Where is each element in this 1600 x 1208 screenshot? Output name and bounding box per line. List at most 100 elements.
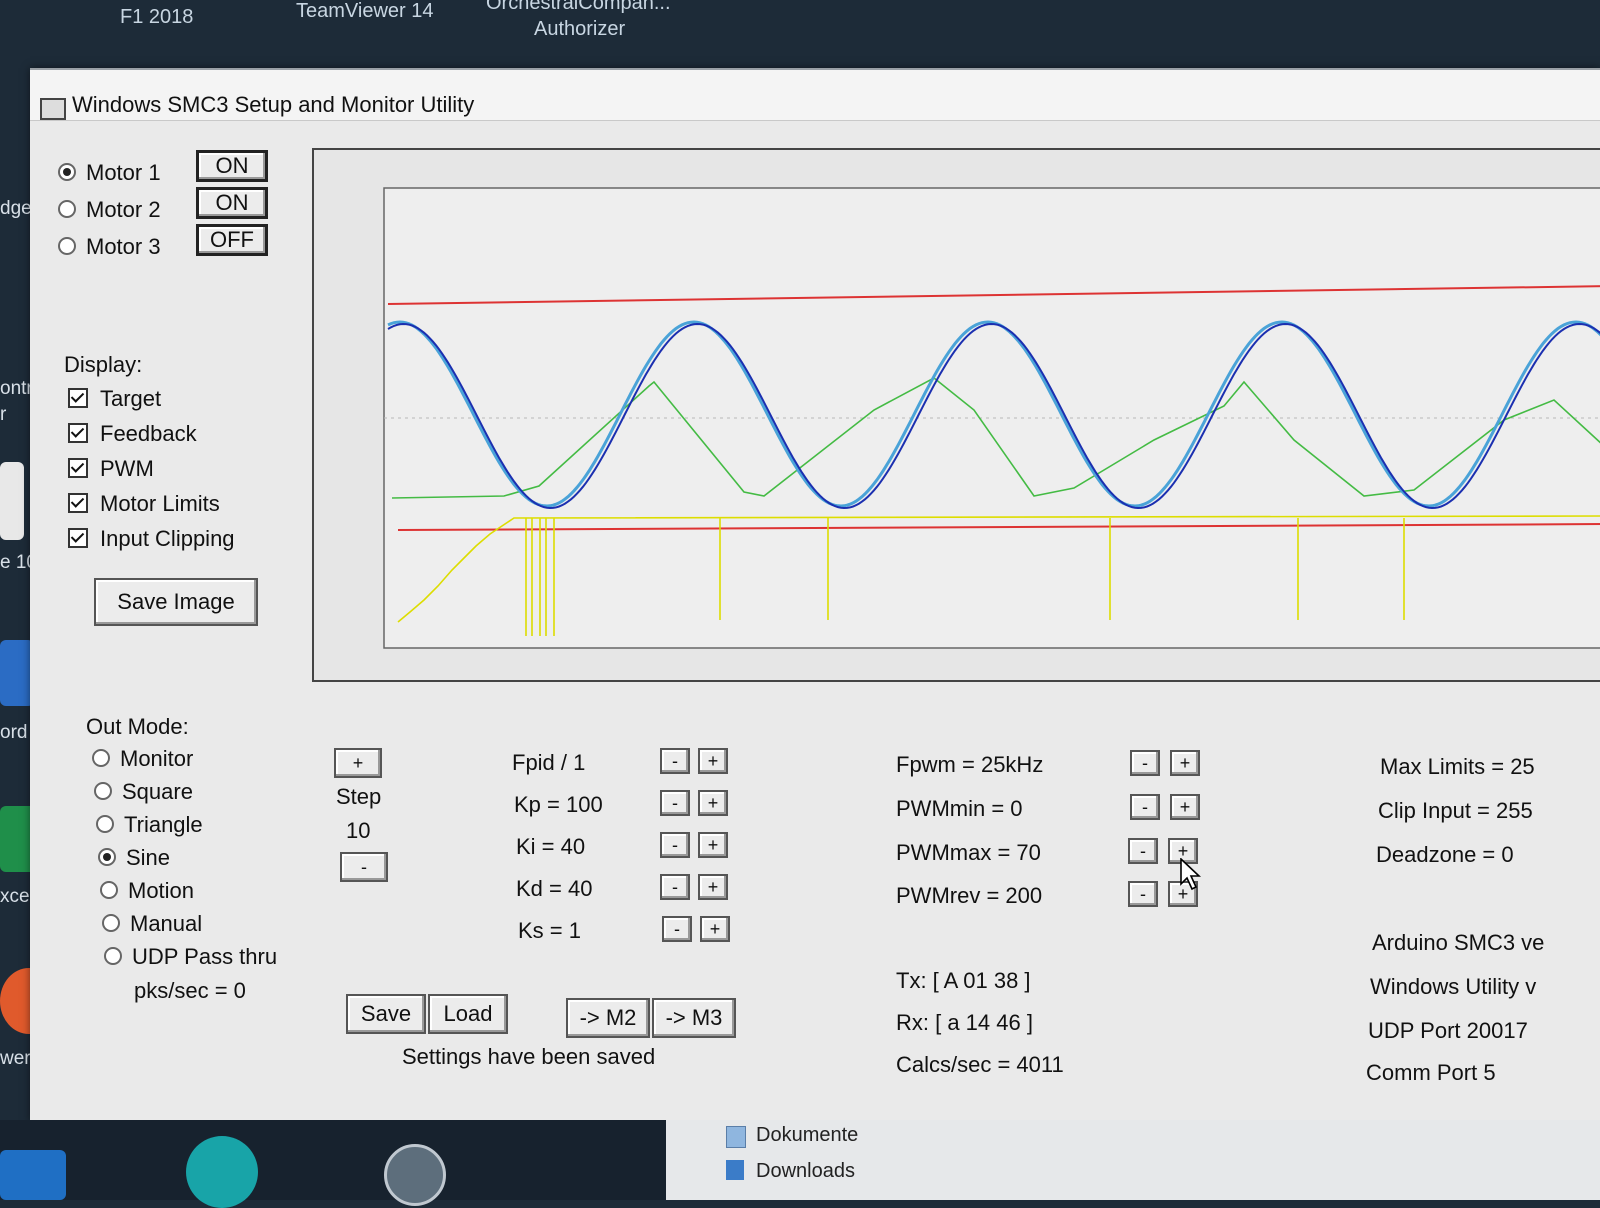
checkbox-indicator [68,493,88,514]
input-clipping-label: Input Clipping [100,526,235,551]
pwmmin-value: PWMmin = 0 [896,796,1023,821]
load-button[interactable]: Load [428,994,508,1034]
desktop-side-label-edge: dge [0,198,32,219]
kp-plus-button[interactable]: + [698,790,728,816]
copy-to-m2-button[interactable]: -> M2 [566,998,650,1038]
window-title: Windows SMC3 Setup and Monitor Utility [72,92,475,117]
kd-plus-button[interactable]: + [698,874,728,900]
max-limits-value: Max Limits = 25 [1380,754,1535,779]
motor-1-label: Motor 1 [86,160,161,185]
fpwm-value: Fpwm = 25kHz [896,752,1044,777]
motor-3-label: Motor 3 [86,234,161,259]
copy-to-m3-button[interactable]: -> M3 [652,998,736,1038]
radio-indicator [100,881,118,900]
desktop-icon-f1-2018[interactable]: F1 2018 [120,6,193,29]
word-icon[interactable] [0,640,34,706]
desktop-side-label-word: ord [0,722,28,743]
desktop-icon-orchestral[interactable]: OrchestralCompan... [486,0,671,15]
display-heading: Display: [64,352,143,377]
kd-minus-button[interactable]: - [660,874,690,900]
ks-plus-button[interactable]: + [700,916,730,942]
fpid-plus-button[interactable]: + [698,748,728,774]
clock-app-icon[interactable] [384,1144,446,1206]
pwmrev-minus-button[interactable]: - [1128,881,1158,907]
motor-1-radio[interactable]: Motor 1 [58,160,161,186]
udp-pass-thru-label: UDP Pass thru [132,944,278,969]
ki-minus-button[interactable]: - [660,832,690,858]
ks-minus-button[interactable]: - [662,916,692,942]
window-titlebar[interactable]: Windows SMC3 Setup and Monitor Utility [30,70,1600,121]
desktop-icon-teamviewer[interactable]: TeamViewer 14 [296,0,433,23]
motor-3-radio[interactable]: Motor 3 [58,234,161,260]
checkbox-indicator [68,388,88,409]
kp-minus-button[interactable]: - [660,790,690,816]
pks-per-sec: pks/sec = 0 [134,978,246,1003]
desktop-app-icon[interactable] [0,462,24,540]
motor-2-toggle-button[interactable]: ON [196,187,268,219]
pwmmin-plus-button[interactable]: + [1170,794,1200,820]
motor-2-radio[interactable]: Motor 2 [58,197,161,223]
comm-port: Comm Port 5 [1366,1060,1496,1085]
radio-indicator [98,848,116,867]
desktop-icon-authorizer-label: Authorizer [534,18,626,40]
smc3-window: Windows SMC3 Setup and Monitor Utility M… [30,68,1600,1122]
tx-readout: Tx: [ A 01 38 ] [896,968,1031,993]
step-value: 10 [346,818,371,843]
ki-plus-button[interactable]: + [698,832,728,858]
motor-2-label: Motor 2 [86,197,161,222]
input-clipping-checkbox[interactable]: Input Clipping [68,526,235,552]
out-mode-heading: Out Mode: [86,714,189,739]
rx-readout: Rx: [ a 14 46 ] [896,1010,1033,1035]
out-mode-triangle-radio[interactable]: Triangle [96,812,203,838]
arduino-version: Arduino SMC3 ve [1372,930,1545,955]
ki-value: Ki = 40 [516,834,586,859]
out-mode-monitor-radio[interactable]: Monitor [92,746,193,772]
radio-indicator [102,914,120,933]
fpid-minus-button[interactable]: - [660,748,690,774]
pwmrev-value: PWMrev = 200 [896,883,1043,908]
pwmmin-minus-button[interactable]: - [1130,794,1160,820]
save-image-button[interactable]: Save Image [94,578,258,626]
radio-indicator [58,163,76,182]
windows-utility-version: Windows Utility v [1370,974,1537,999]
motion-label: Motion [128,878,195,903]
pwmmax-minus-button[interactable]: - [1128,838,1158,864]
deadzone-value: Deadzone = 0 [1376,842,1514,867]
pwm-checkbox[interactable]: PWM [68,456,154,482]
udp-port: UDP Port 20017 [1368,1018,1528,1043]
target-checkbox[interactable]: Target [68,386,161,412]
out-mode-square-radio[interactable]: Square [94,779,193,805]
step-plus-button[interactable]: + [334,748,382,778]
motor-limits-label: Motor Limits [100,491,220,516]
outlook-icon[interactable] [0,1150,66,1200]
save-button[interactable]: Save [346,994,426,1034]
step-minus-button[interactable]: - [340,852,388,882]
radio-indicator [92,749,110,768]
kp-value: Kp = 100 [514,792,603,817]
feedback-label: Feedback [100,421,197,446]
explorer-item-dokumente[interactable]: Dokumente [756,1124,858,1147]
mouse-cursor-icon [1180,858,1202,891]
fpwm-plus-button[interactable]: + [1170,750,1200,776]
explorer-item-downloads[interactable]: Downloads [756,1160,855,1183]
clip-input-value: Clip Input = 255 [1378,798,1533,823]
arduino-icon[interactable] [186,1136,258,1208]
app-icon [40,98,66,120]
triangle-label: Triangle [124,812,203,837]
manual-label: Manual [130,911,203,936]
monitor-label: Monitor [120,746,194,771]
target-label: Target [100,386,162,411]
checkbox-indicator [68,423,88,444]
pwm-label: PWM [100,456,154,481]
fpwm-minus-button[interactable]: - [1130,750,1160,776]
out-mode-manual-radio[interactable]: Manual [102,911,202,937]
out-mode-sine-radio[interactable]: Sine [98,845,170,871]
feedback-checkbox[interactable]: Feedback [68,421,197,447]
explorer-panel: Dokumente Downloads [666,1120,1600,1200]
out-mode-udp-radio[interactable]: UDP Pass thru [104,944,277,970]
sine-label: Sine [126,845,171,870]
motor-3-toggle-button[interactable]: OFF [196,224,268,256]
motor-limits-checkbox[interactable]: Motor Limits [68,491,220,517]
motor-1-toggle-button[interactable]: ON [196,150,268,182]
out-mode-motion-radio[interactable]: Motion [100,878,194,904]
